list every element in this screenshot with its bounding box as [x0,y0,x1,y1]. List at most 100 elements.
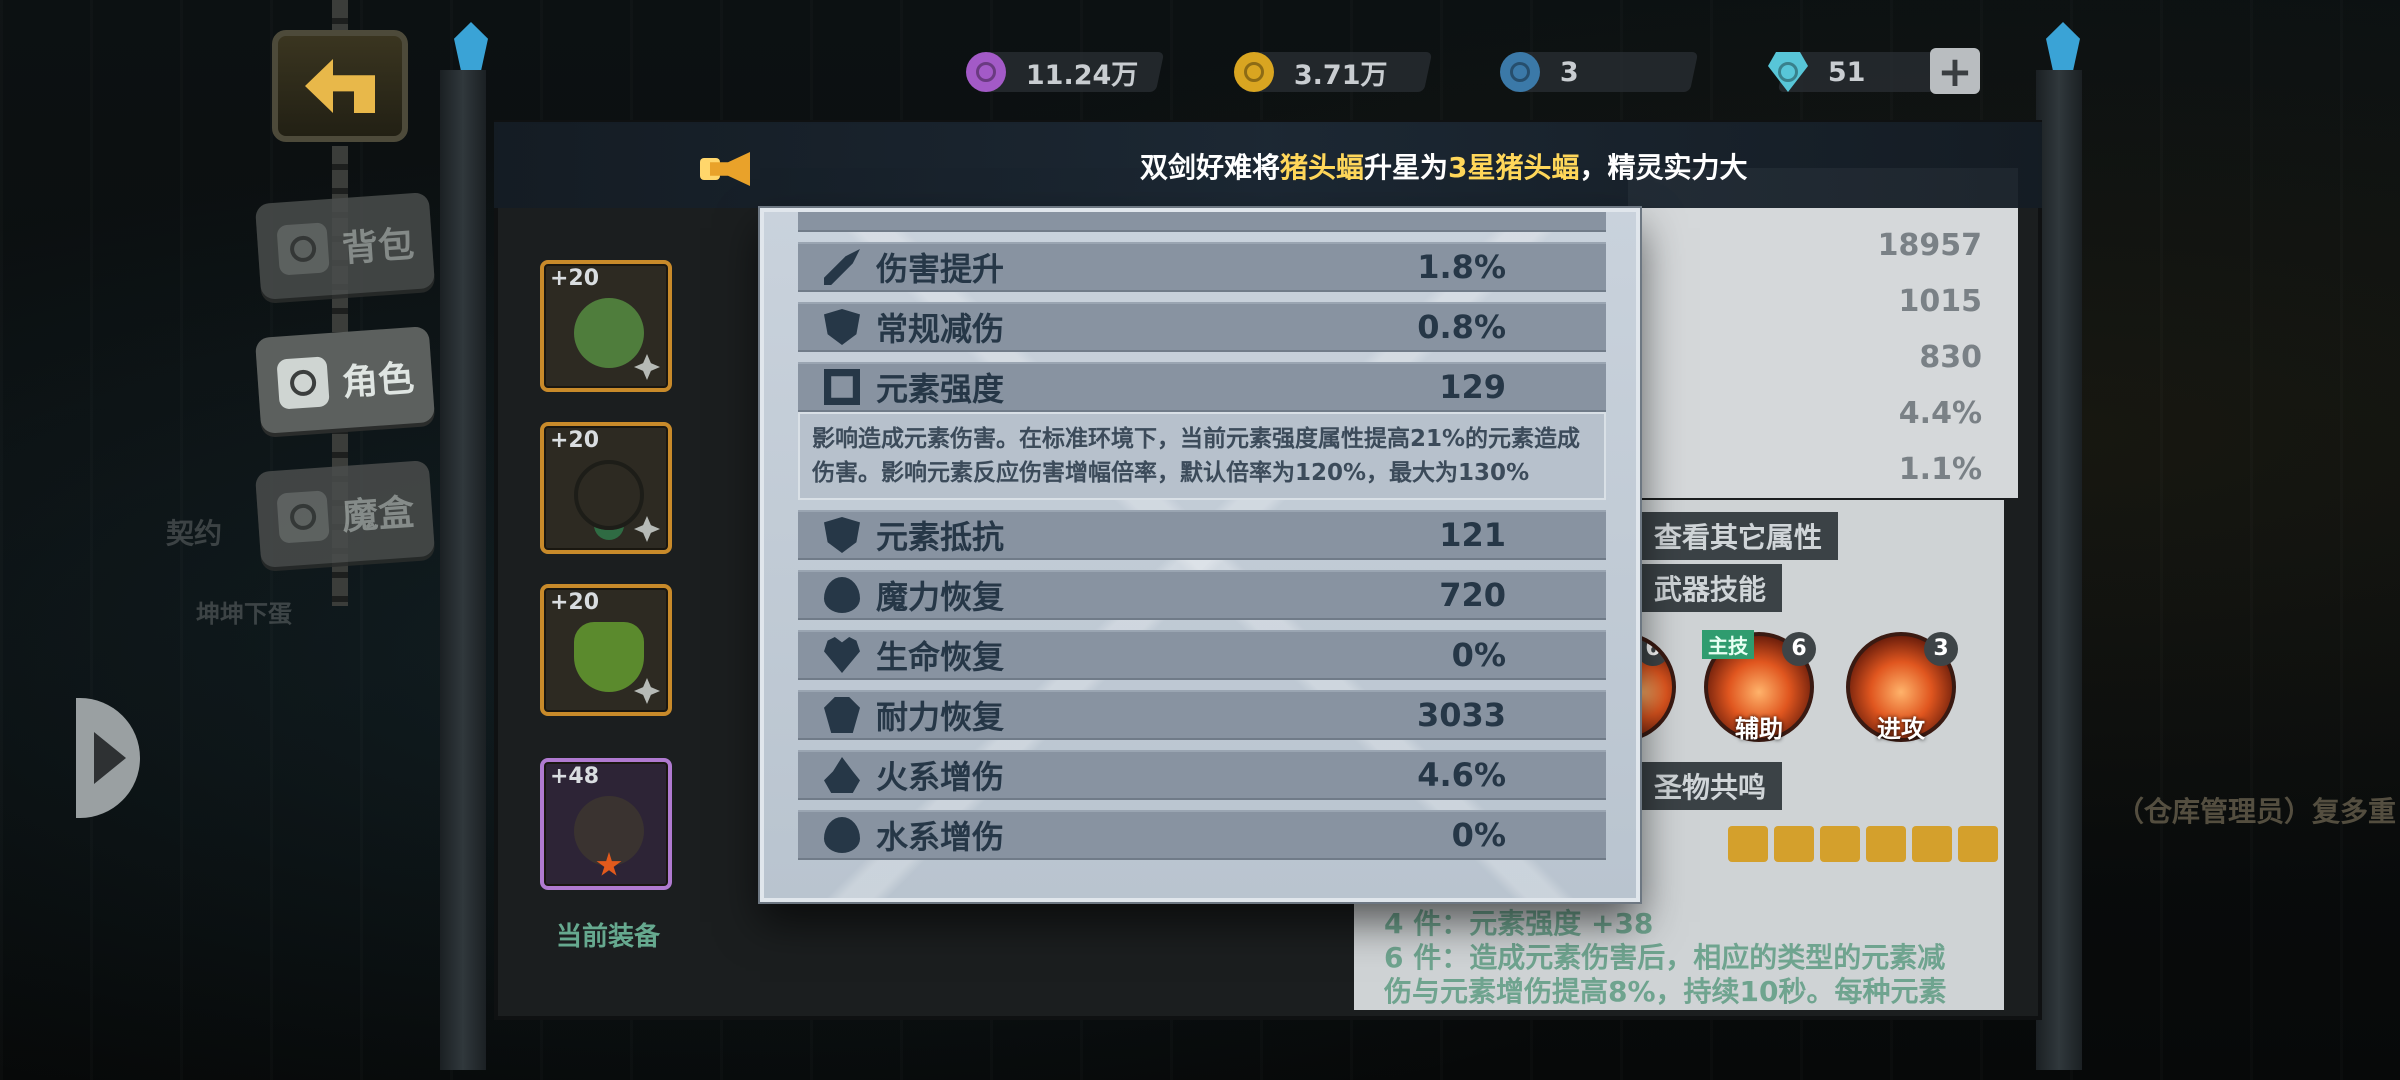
notice-message: 双剑好难将猪头蝠升星为3星猪头蝠，精灵实力大 [1140,146,1780,190]
frame-post-left [440,70,486,1070]
set-piece-icon [1866,826,1906,862]
skill-level-badge: 6 [1636,636,1670,666]
backpack-icon [276,222,330,276]
slot-level: +20 [550,428,600,453]
water-drop-icon [822,815,862,855]
stamina-icon [822,695,862,735]
stat-value: 18957 [1877,228,1982,263]
notice-prefix: 双剑好难将 [1140,151,1281,184]
heart-icon [822,635,862,675]
set-bonus-icons [1728,826,1998,862]
play-arrow-icon [94,732,126,784]
set-piece-icon [1820,826,1860,862]
equipment-slot-bracer[interactable]: +20 [540,260,672,392]
attribute-name: 水系增伤 [876,818,1005,856]
view-more-attributes-button[interactable]: 查看其它属性 [1638,512,1839,560]
attribute-detail-popup[interactable]: 伤害提升 1.8% 常规减伤 0.8% 元素强度 129 影响造成元素伤害。在标… [760,208,1640,902]
skill-label: 进攻 [1877,715,1925,743]
currency-diamond: 51 [1778,52,1947,92]
attribute-row-hp-regen[interactable]: 生命恢复 0% [798,630,1606,680]
attribute-value: 720 [1439,576,1506,614]
attribute-row-damage-boost[interactable]: 伤害提升 1.8% [798,242,1606,292]
equipment-slot-necklace[interactable]: +20 [540,422,672,554]
skill-orb-attack[interactable]: 3 进攻 [1846,632,1958,743]
weapon-skills-heading: 武器技能 [1638,564,1783,612]
shield-icon [822,307,862,347]
stat-value: 830 [1919,340,1982,375]
attribute-name: 生命恢复 [876,638,1005,676]
side-tab-label: 背包 [340,224,416,271]
set-piece-icon [1958,826,1998,862]
magic-box-icon [276,490,330,544]
add-currency-button[interactable]: + [1930,47,1980,96]
equipment-slot-cup[interactable]: +20 [540,584,672,716]
attribute-value: 0% [1451,636,1506,674]
set-piece-icon [1774,826,1814,862]
leaf-cup-icon [574,622,644,692]
currency-value: 51 [1828,56,1866,88]
attribute-row-damage-reduction[interactable]: 常规减伤 0.8% [798,302,1606,352]
ghost-label: 契约 [166,517,223,550]
currency-value: 11.24万 [1026,59,1139,91]
attribute-row-stamina-regen[interactable]: 耐力恢复 3033 [798,690,1606,740]
set-piece-icon [1728,826,1768,862]
notice-item: 3星猪头蝠 [1448,151,1580,184]
attribute-row-fire-damage[interactable]: 火系增伤 4.6% [798,750,1606,800]
attribute-name: 魔力恢复 [876,578,1005,616]
attribute-name: 耐力恢复 [876,698,1005,736]
skill-label: 辅助 [1735,715,1783,743]
attribute-name: 火系增伤 [876,758,1005,796]
sword-icon [822,247,862,287]
element-icon [822,367,862,407]
side-tab-magic-box[interactable]: 魔盒 [254,460,436,568]
currency-token: 3 [1500,52,1699,92]
ghost-label: 坤坤下蛋 [196,600,292,628]
set-bonus-line: 伤与元素增伤提高8%，持续10秒。每种元素 [1384,975,1947,1008]
skill-level-badge: 6 [1782,632,1816,666]
attribute-list: 伤害提升 1.8% 常规减伤 0.8% 元素强度 129 影响造成元素伤害。在标… [798,212,1606,870]
skill-orb-support[interactable]: 主技 6 辅助 [1702,630,1816,743]
attribute-value: 3033 [1416,696,1506,734]
currency-value: 3.71万 [1294,59,1388,91]
mana-drop-icon [822,575,862,615]
attribute-row-element-resistance[interactable]: 元素抵抗 121 [798,510,1606,560]
character-icon [276,356,330,410]
currency-gold: 3.71万 [1234,52,1433,92]
attribute-name: 伤害提升 [876,250,1005,288]
side-tab-character[interactable]: 角色 [254,326,436,434]
clover-icon [634,354,660,380]
side-tab-backpack[interactable]: 背包 [254,192,436,300]
stat-value: 4.4% [1898,396,1982,431]
attribute-name: 元素抵抗 [876,518,1005,556]
blue-token-icon [1500,52,1540,92]
attribute-name: 元素强度 [876,370,1005,408]
notice-suffix: ，精灵实力大 [1579,151,1748,184]
side-tab-label: 角色 [340,358,416,405]
fire-icon [822,755,862,795]
ghost-label: （仓库管理员）复多重 [2116,795,2397,828]
notice-mid: 升星为 [1364,151,1449,184]
back-arrow-icon [305,59,375,113]
stat-value: 1.1% [1898,452,1982,487]
attribute-value: 129 [1439,368,1506,406]
slot-level: +20 [550,590,600,615]
attribute-value: 1.8% [1417,248,1506,286]
chain-decoration [332,0,348,32]
equipment-slot-pet[interactable]: +48 [540,758,672,890]
attribute-row-element-strength[interactable]: 元素强度 129 [798,362,1606,412]
attribute-name: 常规减伤 [876,310,1005,348]
back-button[interactable] [272,30,408,142]
currency-value: 3 [1560,56,1579,88]
attribute-row-mana-regen[interactable]: 魔力恢复 720 [798,570,1606,620]
attribute-value: 4.6% [1417,756,1506,794]
clover-icon [634,678,660,704]
attribute-row-water-damage[interactable]: 水系增伤 0% [798,810,1606,860]
skill-level-badge: 3 [1924,632,1958,666]
megaphone-icon [700,146,758,192]
attribute-value: 0% [1451,816,1506,854]
purple-gem-coin-icon [966,52,1006,92]
attribute-row-partial [798,212,1606,232]
current-equipment-label: 当前装备 [555,922,660,952]
attribute-description: 影响造成元素伤害。在标准环境下，当前元素强度属性提高21%的元素造成伤害。影响元… [798,412,1606,500]
side-tab-label: 魔盒 [340,492,416,539]
